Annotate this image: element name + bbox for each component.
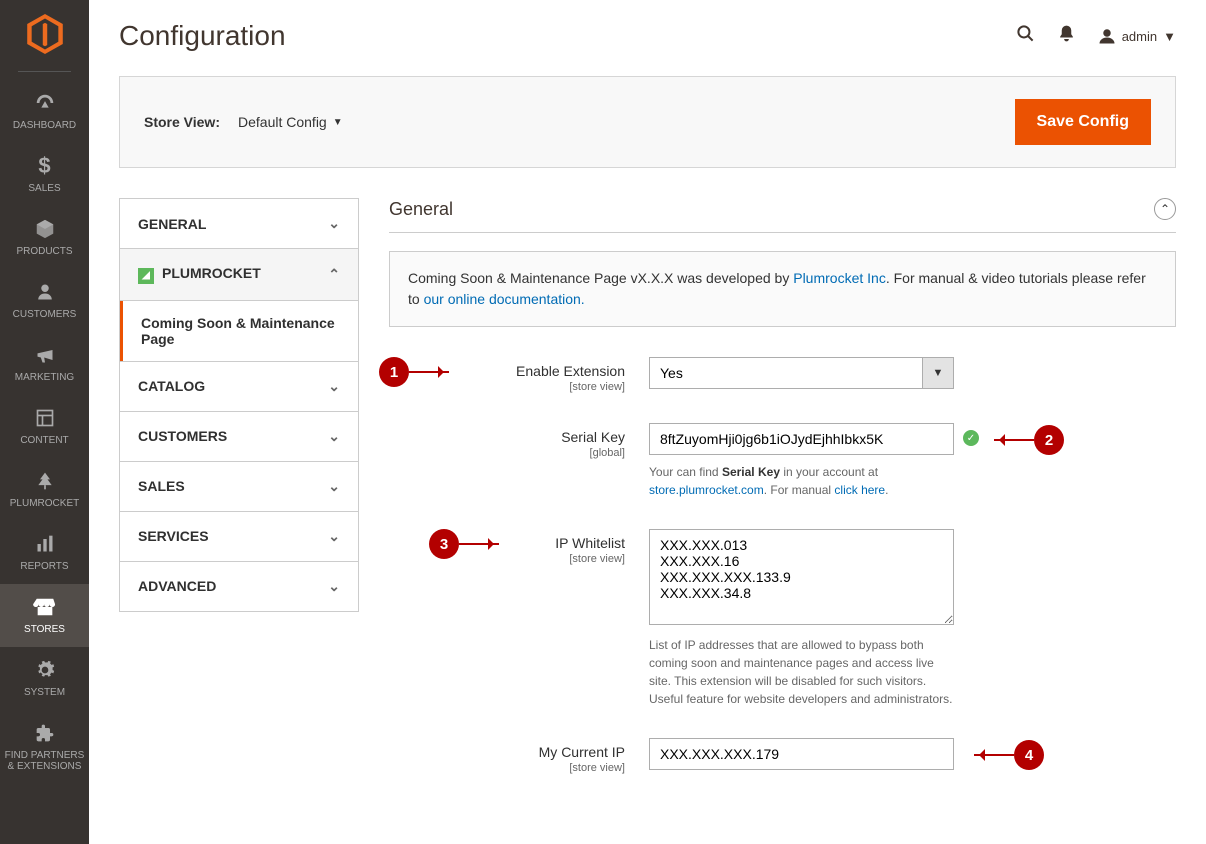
person-icon	[2, 279, 87, 305]
nav-customers[interactable]: Customers	[0, 269, 89, 332]
annotation-2: 2	[1034, 425, 1064, 455]
bars-icon	[2, 531, 87, 557]
config-sub-coming-soon[interactable]: Coming Soon & Maintenance Page	[120, 301, 358, 361]
chevron-icon: ⌄	[328, 378, 340, 395]
chevron-icon: ⌄	[328, 478, 340, 495]
gear-icon	[2, 657, 87, 683]
my-current-ip-label: My Current IP	[539, 744, 625, 760]
serial-key-label: Serial Key	[561, 429, 625, 445]
chevron-icon: ⌄	[328, 578, 340, 595]
vendor-link[interactable]: Plumrocket Inc	[793, 270, 886, 286]
store-view-label: Store View:	[144, 114, 220, 130]
chevron-icon: ⌄	[328, 528, 340, 545]
config-nav-customers[interactable]: CUSTOMERS⌄	[120, 412, 358, 462]
documentation-link[interactable]: our online documentation.	[424, 291, 585, 307]
megaphone-icon	[2, 342, 87, 368]
caret-down-icon: ▼	[333, 117, 343, 128]
annotation-4: 4	[1014, 740, 1044, 770]
config-nav-catalog[interactable]: CATALOG⌄	[120, 362, 358, 412]
select-arrow-icon[interactable]: ▼	[922, 357, 954, 389]
nav-find-partners-extensions[interactable]: Find Partners & Extensions	[0, 710, 89, 784]
config-nav-general[interactable]: GENERAL⌄	[120, 199, 358, 249]
config-nav-services[interactable]: SERVICES⌄	[120, 512, 358, 562]
store-view-selector[interactable]: Default Config ▼	[238, 114, 343, 130]
serial-key-input[interactable]	[649, 423, 954, 455]
nav-dashboard[interactable]: Dashboard	[0, 80, 89, 143]
nav-reports[interactable]: Reports	[0, 521, 89, 584]
my-current-ip-input[interactable]	[649, 738, 954, 770]
nav-products[interactable]: Products	[0, 206, 89, 269]
section-title: General	[389, 199, 453, 220]
ip-whitelist-label: IP Whitelist	[555, 535, 625, 551]
chevron-icon: ⌄	[328, 428, 340, 445]
chevron-up-icon: ⌃	[1160, 202, 1170, 216]
chevron-down-icon: ▼	[1163, 29, 1176, 44]
chevron-icon: ⌃	[328, 266, 340, 283]
nav-stores[interactable]: Stores	[0, 584, 89, 647]
magento-logo[interactable]	[27, 0, 63, 67]
search-icon[interactable]	[1016, 24, 1035, 49]
nav-plumrocket[interactable]: Plumrocket	[0, 458, 89, 521]
manual-link[interactable]: click here	[834, 483, 885, 497]
store-link[interactable]: store.plumrocket.com	[649, 483, 764, 497]
dollar-icon: $	[2, 153, 87, 179]
box-icon	[2, 216, 87, 242]
admin-sidebar: Dashboard$SalesProductsCustomersMarketin…	[0, 0, 89, 844]
tree-icon	[2, 468, 87, 494]
store-icon	[2, 594, 87, 620]
page-title: Configuration	[119, 20, 286, 52]
config-nav-plumrocket[interactable]: ◢PLUMROCKET⌃	[120, 249, 358, 301]
admin-username: admin	[1122, 29, 1157, 44]
ip-whitelist-textarea[interactable]	[649, 529, 954, 625]
puzzle-icon	[2, 720, 87, 746]
enable-extension-label: Enable Extension	[516, 363, 625, 379]
config-nav-advanced[interactable]: ADVANCED⌄	[120, 562, 358, 611]
nav-sales[interactable]: $Sales	[0, 143, 89, 206]
admin-account-dropdown[interactable]: admin ▼	[1098, 27, 1176, 45]
plumrocket-brand-icon: ◢	[138, 268, 154, 284]
serial-valid-icon: ✓	[963, 430, 979, 446]
nav-content[interactable]: Content	[0, 395, 89, 458]
dashboard-icon	[2, 90, 87, 116]
nav-marketing[interactable]: Marketing	[0, 332, 89, 395]
save-config-button[interactable]: Save Config	[1015, 99, 1151, 145]
ip-whitelist-hint: List of IP addresses that are allowed to…	[649, 636, 954, 708]
layout-icon	[2, 405, 87, 431]
config-nav-sales[interactable]: SALES⌄	[120, 462, 358, 512]
section-collapse-button[interactable]: ⌃	[1154, 198, 1176, 220]
user-icon	[1098, 27, 1116, 45]
config-nav: GENERAL⌄◢PLUMROCKET⌃Coming Soon & Mainte…	[119, 198, 359, 612]
chevron-icon: ⌄	[328, 215, 340, 232]
enable-extension-select[interactable]: Yes	[649, 357, 922, 389]
extension-info-box: Coming Soon & Maintenance Page vX.X.X wa…	[389, 251, 1176, 327]
nav-system[interactable]: System	[0, 647, 89, 710]
notifications-icon[interactable]	[1057, 24, 1076, 49]
